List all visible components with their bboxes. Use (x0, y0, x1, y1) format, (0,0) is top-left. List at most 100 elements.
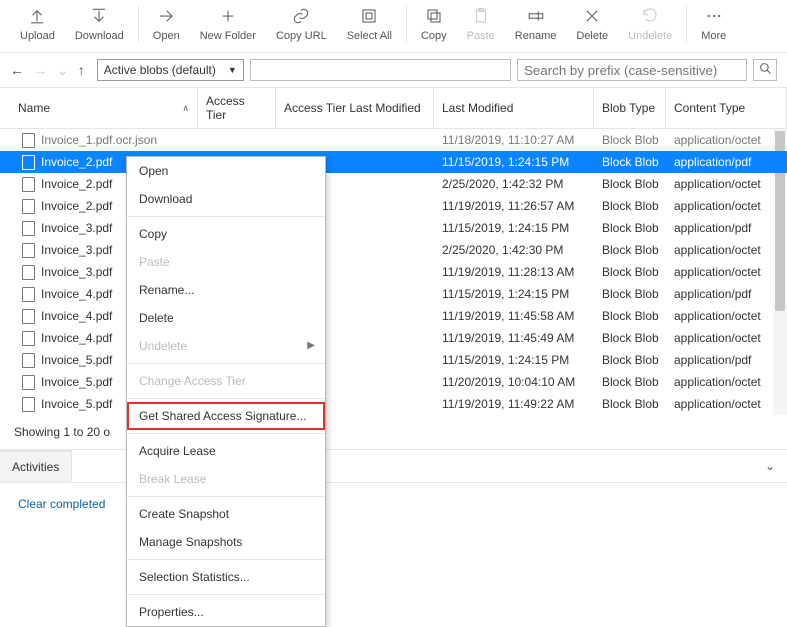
select-all-button[interactable]: Select All (337, 4, 402, 44)
new-folder-button[interactable]: New Folder (190, 4, 266, 44)
file-name: Invoice_2.pdf (41, 155, 112, 169)
search-input[interactable] (517, 59, 747, 81)
clear-completed-link[interactable]: Clear completed (0, 483, 787, 525)
file-icon (22, 243, 35, 258)
file-icon (22, 155, 35, 170)
cell-content-type: application/octet (666, 331, 787, 345)
search-button[interactable] (753, 59, 777, 81)
ctx-open[interactable]: Open (127, 157, 325, 185)
toolbar: Upload Download Open New Folder Copy URL… (0, 0, 787, 53)
file-icon (22, 287, 35, 302)
table-row[interactable]: Invoice_5.pdf11/20/2019, 10:04:10 AMBloc… (0, 371, 787, 393)
table-row[interactable]: Invoice_3.pdf11/19/2019, 11:28:13 AMBloc… (0, 261, 787, 283)
copy-url-button[interactable]: Copy URL (266, 4, 337, 44)
file-name: Invoice_1.pdf.ocr.json (41, 133, 157, 147)
ctx-break-lease: Break Lease (127, 465, 325, 493)
ctx-rename[interactable]: Rename... (127, 276, 325, 304)
activities-expand-icon[interactable]: ⌄ (753, 459, 787, 473)
copy-button[interactable]: Copy (411, 4, 457, 44)
cell-blob-type: Block Blob (594, 397, 666, 411)
col-content-type[interactable]: Content Type (666, 88, 787, 128)
table-row[interactable]: Invoice_1.pdf.ocr.json11/18/2019, 11:10:… (0, 129, 787, 151)
delete-icon (582, 6, 602, 26)
cell-modified: 2/25/2020, 1:42:30 PM (434, 243, 594, 257)
new-folder-label: New Folder (200, 30, 256, 42)
col-access-tier-modified[interactable]: Access Tier Last Modified (276, 88, 434, 128)
table-row[interactable]: Invoice_4.pdf11/15/2019, 1:24:15 PMBlock… (0, 283, 787, 305)
cell-blob-type: Block Blob (594, 331, 666, 345)
col-access-tier[interactable]: Access Tier (198, 88, 276, 128)
context-menu: Open Download Copy Paste Rename... Delet… (126, 156, 326, 627)
file-name: Invoice_3.pdf (41, 265, 112, 279)
nav-arrows: ← → ⌄ ↑ (10, 62, 91, 79)
file-name: Invoice_4.pdf (41, 287, 112, 301)
ctx-manage-snapshots[interactable]: Manage Snapshots (127, 528, 325, 556)
table-row[interactable]: Invoice_5.pdf11/15/2019, 1:24:15 PMBlock… (0, 349, 787, 371)
cell-modified: 11/19/2019, 11:45:49 AM (434, 331, 594, 345)
ctx-paste: Paste (127, 248, 325, 276)
cell-modified: 11/19/2019, 11:49:22 AM (434, 397, 594, 411)
cell-modified: 11/15/2019, 1:24:15 PM (434, 221, 594, 235)
table-row[interactable]: Invoice_3.pdf11/15/2019, 1:24:15 PMBlock… (0, 217, 787, 239)
up-icon[interactable]: ↑ (78, 62, 85, 78)
select-all-icon (359, 6, 379, 26)
col-blob-type[interactable]: Blob Type (594, 88, 666, 128)
ctx-copy[interactable]: Copy (127, 220, 325, 248)
cell-blob-type: Block Blob (594, 309, 666, 323)
cell-modified: 11/15/2019, 1:24:15 PM (434, 353, 594, 367)
cell-content-type: application/octet (666, 309, 787, 323)
blob-filter-dropdown[interactable]: Active blobs (default) ▼ (97, 59, 244, 81)
table-row[interactable]: Invoice_2.pdf11/15/2019, 1:24:15 PMBlock… (0, 151, 787, 173)
ctx-delete[interactable]: Delete (127, 304, 325, 332)
upload-button[interactable]: Upload (10, 4, 65, 44)
back-icon[interactable]: ← (10, 62, 24, 78)
activities-tab[interactable]: Activities (0, 450, 72, 482)
cell-content-type: application/pdf (666, 155, 787, 169)
ctx-get-sas[interactable]: Get Shared Access Signature... (127, 402, 325, 430)
cell-blob-type: Block Blob (594, 375, 666, 389)
download-icon (89, 6, 109, 26)
col-name[interactable]: Name∧ (0, 88, 198, 128)
file-name: Invoice_2.pdf (41, 199, 112, 213)
select-all-label: Select All (347, 30, 392, 42)
rename-button[interactable]: Rename (505, 4, 567, 44)
cell-content-type: application/octet (666, 375, 787, 389)
cell-modified: 11/19/2019, 11:26:57 AM (434, 199, 594, 213)
ctx-create-snapshot[interactable]: Create Snapshot (127, 500, 325, 528)
file-name: Invoice_5.pdf (41, 353, 112, 367)
sort-asc-icon: ∧ (182, 103, 189, 114)
search-icon (759, 62, 772, 78)
file-name: Invoice_2.pdf (41, 177, 112, 191)
paste-icon (471, 6, 491, 26)
chevron-down-icon: ▼ (228, 65, 237, 75)
table-row[interactable]: Invoice_4.pdf11/19/2019, 11:45:49 AMBloc… (0, 327, 787, 349)
ctx-download[interactable]: Download (127, 185, 325, 213)
table-header: Name∧ Access Tier Access Tier Last Modif… (0, 87, 787, 129)
download-button[interactable]: Download (65, 4, 134, 44)
link-icon (291, 6, 311, 26)
table-row[interactable]: Invoice_2.pdf2/25/2020, 1:42:32 PMBlock … (0, 173, 787, 195)
cell-blob-type: Block Blob (594, 243, 666, 257)
cell-content-type: application/pdf (666, 221, 787, 235)
col-last-modified[interactable]: Last Modified (434, 88, 594, 128)
table-row[interactable]: Invoice_2.pdf11/19/2019, 11:26:57 AMBloc… (0, 195, 787, 217)
file-icon (22, 331, 35, 346)
submenu-arrow-icon: ▶ (307, 340, 315, 351)
table-row[interactable]: Invoice_5.pdf11/19/2019, 11:49:22 AMBloc… (0, 393, 787, 415)
file-icon (22, 133, 35, 148)
more-button[interactable]: More (691, 4, 736, 44)
table-row[interactable]: Invoice_3.pdf2/25/2020, 1:42:30 PMBlock … (0, 239, 787, 261)
table-row[interactable]: Invoice_4.pdf11/19/2019, 11:45:58 AMBloc… (0, 305, 787, 327)
delete-button[interactable]: Delete (566, 4, 618, 44)
open-button[interactable]: Open (143, 4, 190, 44)
path-input[interactable] (250, 59, 511, 81)
rename-icon (526, 6, 546, 26)
cell-modified: 11/20/2019, 10:04:10 AM (434, 375, 594, 389)
forward-icon: → (33, 62, 47, 78)
ctx-properties[interactable]: Properties... (127, 598, 325, 626)
cell-modified: 11/19/2019, 11:45:58 AM (434, 309, 594, 323)
undelete-button: Undelete (618, 4, 682, 44)
ctx-acquire-lease[interactable]: Acquire Lease (127, 437, 325, 465)
delete-label: Delete (576, 30, 608, 42)
ctx-selection-stats[interactable]: Selection Statistics... (127, 563, 325, 591)
